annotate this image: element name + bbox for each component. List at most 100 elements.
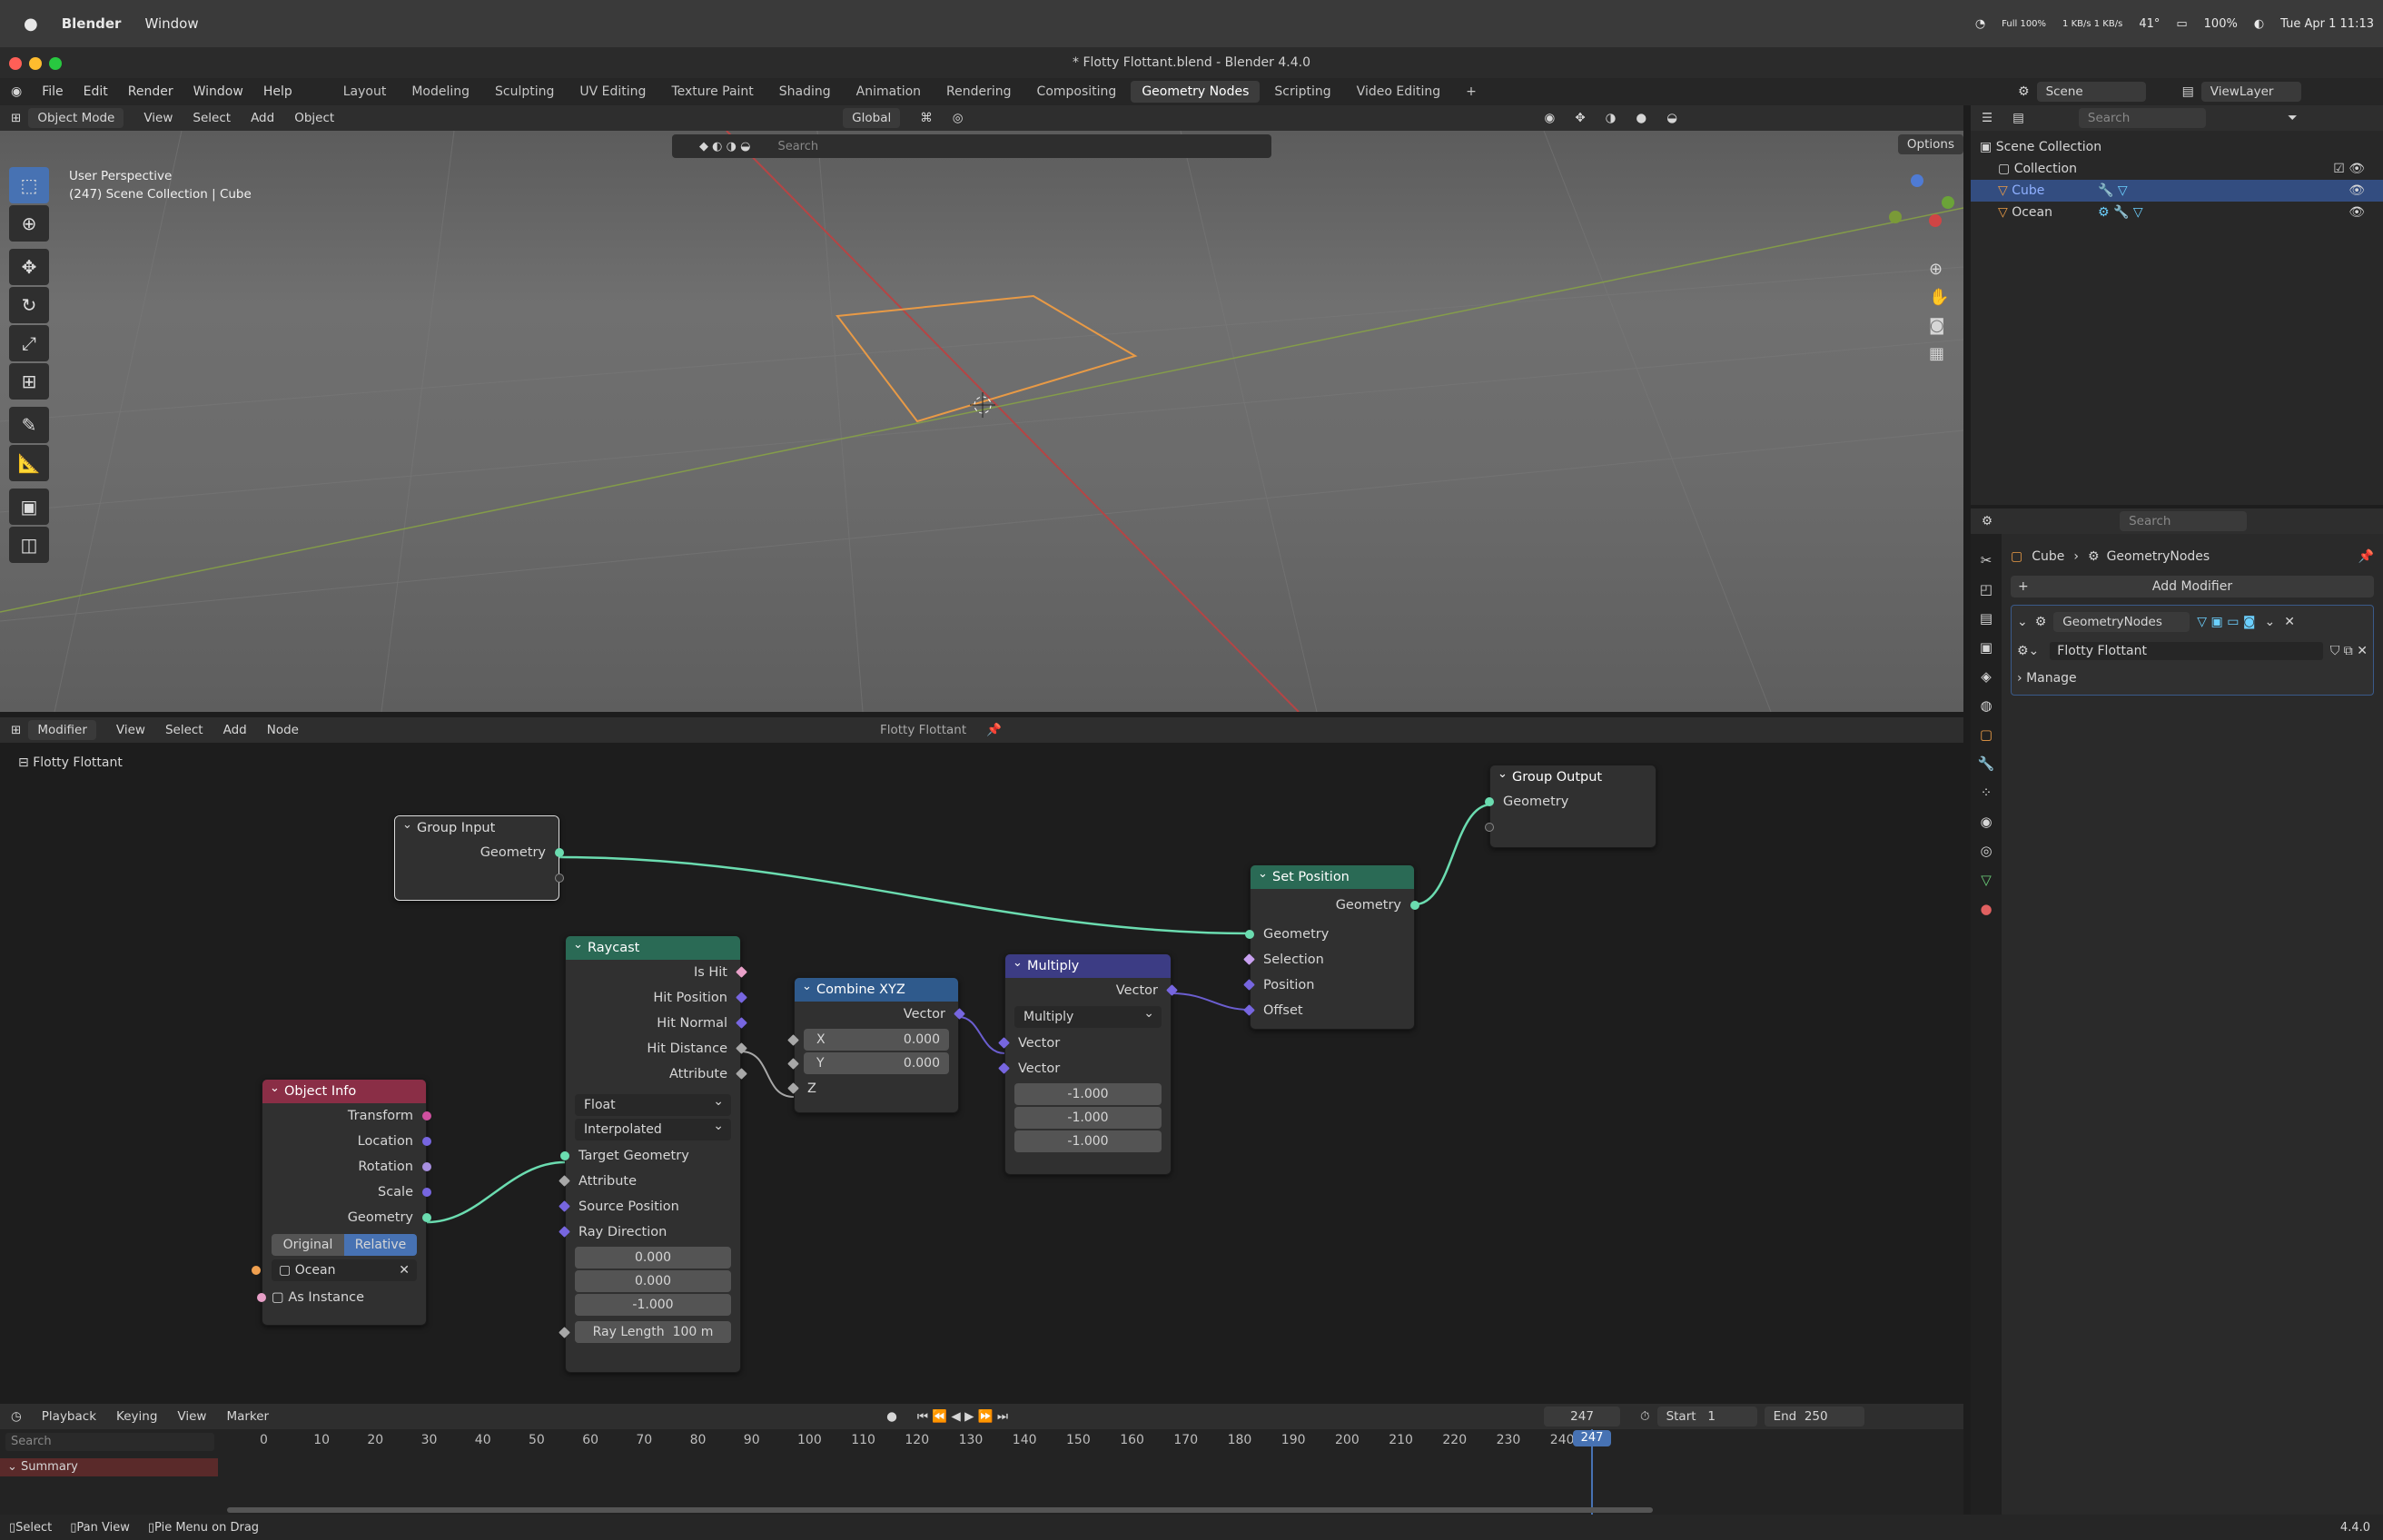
viewport-menu-view[interactable]: View (143, 111, 173, 125)
blender-logo-icon[interactable]: ◉ (11, 84, 22, 99)
tab-scripting[interactable]: Scripting (1263, 81, 1341, 103)
properties-editor-icon[interactable]: ⚙ (1982, 514, 1992, 528)
options-button[interactable]: Options (1897, 134, 1963, 154)
viewport-menu-add[interactable]: Add (251, 111, 274, 125)
tab-video-editing[interactable]: Video Editing (1346, 81, 1451, 103)
menu-edit[interactable]: Edit (84, 84, 108, 99)
original-toggle[interactable]: Original (272, 1234, 344, 1256)
node-title[interactable]: Group Output (1490, 763, 1656, 789)
rotate-tool-icon[interactable]: ↻ (9, 287, 49, 323)
wifi-icon[interactable]: ◔ (1975, 17, 1985, 31)
transform-tool-icon[interactable]: ⊞ (9, 363, 49, 400)
outliner-search-input[interactable]: Search (2078, 108, 2206, 128)
visibility-eye-icon[interactable]: ☑ 👁 (2333, 158, 2365, 180)
minimize-window-button[interactable] (29, 57, 42, 70)
tool-tab-icon[interactable]: ✂ (1981, 552, 1992, 568)
zoom-window-button[interactable] (49, 57, 62, 70)
menu-window[interactable]: Window (193, 84, 243, 99)
timeline-menu-view[interactable]: View (177, 1409, 206, 1424)
add-modifier-button[interactable]: + Add Modifier (2011, 576, 2374, 597)
add-workspace-button[interactable]: + (1455, 81, 1488, 103)
output-tab-icon[interactable]: ▤ (1980, 610, 1992, 627)
scale-tool-icon[interactable]: ⤢ (9, 325, 49, 361)
node-menu-view[interactable]: View (116, 723, 145, 737)
battery-full[interactable]: Full 100% (2002, 19, 2046, 29)
node-editor-canvas[interactable]: ⊟ Flotty Flottant Group Input Geometry G… (0, 743, 1963, 1397)
node-raycast[interactable]: Raycast Is Hit Hit Position Hit Normal H… (559, 933, 747, 1373)
playback-controls-icon[interactable]: ⏮ ⏪ ◀ ▶ ⏩ ⏭ (917, 1409, 1008, 1424)
socket-dot[interactable] (1485, 823, 1494, 832)
multiply-y-field[interactable]: -1.000 (1014, 1107, 1162, 1129)
fake-user-shield-icon[interactable]: ⛉ ⧉ ✕ (2330, 644, 2368, 658)
tab-shading[interactable]: Shading (768, 81, 842, 103)
scene-field[interactable]: Scene (2036, 82, 2146, 102)
current-frame-field[interactable]: 247 (1544, 1407, 1621, 1426)
scene-tab-icon[interactable]: ◈ (1981, 668, 1992, 685)
modifier-toggle-icons[interactable]: ▽ ▣ ▭ ◙ (2197, 615, 2255, 629)
move-tool-icon[interactable]: ✥ (9, 249, 49, 285)
node-vector-multiply[interactable]: Multiply Vector Multiply Vector Vector -… (998, 952, 1178, 1175)
ray-dir-x-field[interactable]: 0.000 (575, 1247, 731, 1269)
manage-subpanel[interactable]: › Manage (2017, 667, 2368, 689)
tab-uv-editing[interactable]: UV Editing (569, 81, 657, 103)
node-combine-xyz[interactable]: Combine XYZ Vector X0.000 Y0.000 Z (787, 975, 965, 1113)
record-icon[interactable]: ● (886, 1409, 897, 1424)
timeline-menu-marker[interactable]: Marker (226, 1409, 269, 1424)
timeline-menu-keying[interactable]: Keying (116, 1409, 157, 1424)
tab-animation[interactable]: Animation (845, 81, 932, 103)
playhead-frame-label[interactable]: 247 (1573, 1430, 1611, 1446)
world-tab-icon[interactable]: ◍ (1980, 697, 1992, 714)
shading-solid-icon[interactable]: ● (1636, 111, 1646, 125)
tab-modeling[interactable]: Modeling (400, 81, 480, 103)
physics-tab-icon[interactable]: ◉ (1980, 814, 1992, 830)
nodegroup-field[interactable]: Flotty Flottant (2050, 642, 2323, 660)
ortho-grid-icon[interactable]: ▦ (1929, 344, 1949, 363)
timeline-body[interactable]: Search ⌄ Summary 0 10 20 30 40 50 60 70 80 90 100 1… (0, 1429, 1963, 1515)
overlay-icon[interactable]: ◑ (1606, 111, 1617, 125)
tab-sculpting[interactable]: Sculpting (484, 81, 565, 103)
data-tab-icon[interactable]: ▽ (1981, 872, 1992, 888)
viewport-menu-object[interactable]: Object (294, 111, 334, 125)
combine-y-field[interactable]: Y 0.000 (787, 1052, 949, 1074)
ray-length-field[interactable]: Ray Length 100 m (559, 1321, 731, 1343)
timeline-search-input[interactable]: Search (5, 1433, 214, 1451)
menu-file[interactable]: File (42, 84, 63, 99)
node-menu-select[interactable]: Select (165, 723, 203, 737)
visibility-icon[interactable]: ◉ (1545, 111, 1556, 125)
modifier-tab-icon[interactable]: 🔧 (1978, 755, 1995, 772)
scene-selector[interactable]: ⚙ Scene ▤ ViewLayer (2018, 82, 2301, 102)
control-center-icon[interactable]: ◐ (2254, 17, 2264, 31)
object-mode-dropdown[interactable]: Object Mode (28, 108, 124, 128)
combine-x-field[interactable]: X 0.000 (787, 1029, 949, 1051)
cursor-tool-icon[interactable]: ⊕ (9, 205, 49, 242)
menu-help[interactable]: Help (263, 84, 292, 99)
outliner-editor-icon[interactable]: ☰ (1982, 111, 1992, 125)
clock[interactable]: Tue Apr 1 11:13 (2280, 17, 2374, 31)
outliner-item-ocean[interactable]: ▽ Ocean ⚙ 🔧 ▽ 👁 (1971, 202, 2383, 223)
display-mode-icon[interactable]: ▤ (2012, 111, 2024, 125)
outliner-scene-collection[interactable]: ▣ Scene Collection (1971, 136, 2383, 158)
modifier-context-dropdown[interactable]: Modifier (28, 720, 96, 740)
node-set-position[interactable]: Set Position Geometry Geometry Selection… (1243, 863, 1419, 1030)
end-frame-field[interactable]: End 250 (1764, 1407, 1864, 1426)
outliner-item-cube[interactable]: ▽ Cube 🔧 ▽ 👁 (1971, 180, 2383, 202)
node-group-input[interactable]: Group Input Geometry (394, 814, 564, 901)
window-menu[interactable]: Window (144, 15, 198, 32)
node-menu-node[interactable]: Node (267, 723, 299, 737)
node-menu-add[interactable]: Add (223, 723, 247, 737)
timeline-scrollbar[interactable] (227, 1507, 1653, 1513)
summary-channel[interactable]: ⌄ Summary (0, 1458, 218, 1476)
hand-pan-icon[interactable]: ✋ (1929, 288, 1949, 307)
node-title[interactable]: Multiply (1005, 952, 1171, 978)
multiply-z-field[interactable]: -1.000 (1014, 1130, 1162, 1152)
view-layer-tab-icon[interactable]: ▣ (1980, 639, 1992, 656)
properties-search-input[interactable]: Search (2120, 511, 2248, 531)
node-title[interactable]: Object Info (262, 1077, 426, 1103)
object-tab-icon[interactable]: ▢ (1980, 726, 1992, 743)
tab-geometry-nodes[interactable]: Geometry Nodes (1131, 81, 1261, 103)
node-title[interactable]: Group Input (395, 814, 559, 840)
operation-dropdown[interactable]: Multiply (1014, 1002, 1162, 1028)
proportional-icon[interactable]: ◎ (953, 111, 964, 125)
tab-layout[interactable]: Layout (332, 81, 398, 103)
3d-viewport[interactable]: User Perspective (247) Scene Collection … (0, 131, 1963, 712)
